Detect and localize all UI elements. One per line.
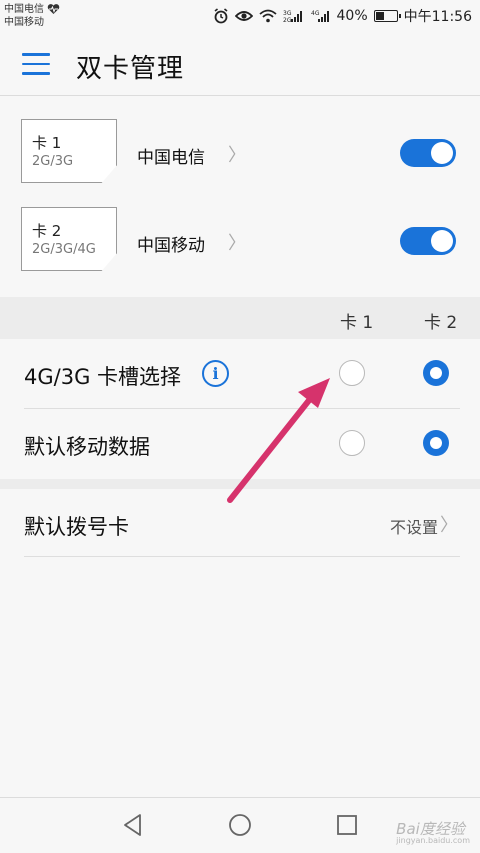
- info-icon[interactable]: i: [202, 360, 229, 387]
- default-data-label: 默认移动数据: [24, 435, 150, 459]
- navigation-bar: Bai度经验 jingyan.baidu.com: [0, 797, 480, 853]
- back-icon[interactable]: [120, 812, 146, 838]
- signal-sim2-icon: 4G: [311, 10, 329, 22]
- battery-icon: [373, 10, 401, 22]
- sim-preference-section: 4G/3G 卡槽选择 i 默认移动数据: [0, 339, 480, 479]
- svg-text:3G: 3G: [283, 10, 292, 17]
- sim-type-label: 2G/3G/4G: [32, 242, 96, 257]
- carrier1-label: 中国电信: [4, 4, 44, 15]
- sim-slot-label: 卡 2: [32, 222, 62, 240]
- default-dial-value: 不设置: [389, 518, 438, 537]
- slot-select-label: 4G/3G 卡槽选择: [24, 365, 182, 389]
- menu-icon[interactable]: [22, 53, 50, 75]
- watermark: Bai度经验 jingyan.baidu.com: [396, 818, 470, 845]
- page-title: 双卡管理: [76, 54, 185, 84]
- sim-slot-label: 卡 1: [32, 134, 62, 152]
- battery-fill: [375, 12, 384, 20]
- divider: [24, 556, 460, 557]
- column-card1: 卡 1: [340, 313, 374, 333]
- section-gap: [0, 479, 480, 489]
- sim-card-icon: 卡 1 2G/3G: [21, 119, 117, 183]
- column-card2: 卡 2: [424, 313, 458, 333]
- status-bar: 中国电信 中国移动 3G 2G 4G 40% 中午11:56: [0, 0, 480, 34]
- carrier-labels: 中国电信 中国移动: [4, 3, 60, 29]
- carrier2-label: 中国移动: [4, 17, 44, 28]
- default-dial-label: 默认拨号卡: [24, 515, 129, 539]
- sim-row-2: 卡 2 2G/3G/4G 中国移动 〉: [0, 199, 480, 279]
- watermark-url: jingyan.baidu.com: [396, 836, 470, 845]
- slot-select-card2-radio[interactable]: [423, 360, 449, 386]
- sim2-toggle[interactable]: [400, 227, 456, 255]
- chevron-right-icon[interactable]: 〉: [228, 229, 246, 255]
- sim-type-label: 2G/3G: [32, 154, 74, 169]
- eye-comfort-icon: [234, 11, 253, 21]
- sim-card-section: 卡 1 2G/3G 中国电信 〉 卡 2 2G/3G/4G 中国移动 〉: [0, 97, 480, 297]
- default-data-row: 默认移动数据: [0, 409, 480, 479]
- sim-card-icon: 卡 2 2G/3G/4G: [21, 207, 117, 271]
- default-data-card1-radio[interactable]: [339, 430, 365, 456]
- alarm-icon: [214, 8, 228, 24]
- slot-select-row: 4G/3G 卡槽选择 i: [0, 339, 480, 409]
- app-bar: 双卡管理: [0, 34, 480, 96]
- sim-column-header: 卡 1 卡 2: [0, 297, 480, 339]
- sim-carrier-link[interactable]: 中国移动: [137, 231, 205, 256]
- battery-percent: 40%: [336, 8, 368, 24]
- recents-icon[interactable]: [334, 812, 360, 838]
- sim-row-1: 卡 1 2G/3G 中国电信 〉: [0, 111, 480, 191]
- default-data-card2-radio[interactable]: [423, 430, 449, 456]
- chevron-right-icon[interactable]: 〉: [228, 141, 246, 167]
- svg-text:2G: 2G: [283, 17, 292, 23]
- sim1-toggle[interactable]: [400, 139, 456, 167]
- heart-rate-icon: [47, 4, 60, 14]
- clock: 中午11:56: [403, 9, 472, 25]
- home-icon[interactable]: [227, 812, 253, 838]
- slot-select-card1-radio[interactable]: [339, 360, 365, 386]
- chevron-right-icon: 〉: [440, 515, 458, 536]
- wifi-icon: [258, 9, 277, 23]
- sim-carrier-link[interactable]: 中国电信: [137, 143, 205, 168]
- signal-sim1-icon: 3G 2G: [283, 10, 302, 23]
- network-type-label: 4G: [311, 10, 320, 17]
- default-dial-row[interactable]: 默认拨号卡 不设置 〉: [0, 489, 480, 557]
